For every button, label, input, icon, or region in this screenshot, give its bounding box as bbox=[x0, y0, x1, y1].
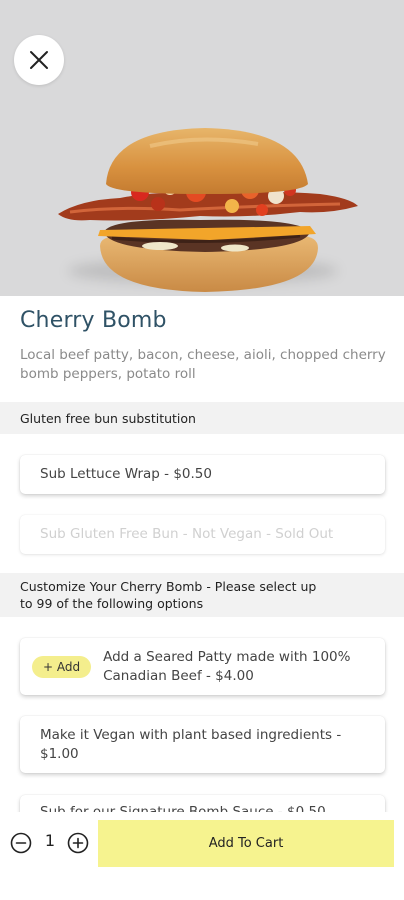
option-sub-lettuce-wrap[interactable]: Sub Lettuce Wrap - $0.50 bbox=[20, 455, 385, 494]
product-description: Local beef patty, bacon, cheese, aioli, … bbox=[20, 347, 386, 382]
decrease-quantity-button[interactable] bbox=[10, 832, 32, 854]
close-icon bbox=[30, 51, 48, 69]
increase-quantity-button[interactable] bbox=[67, 832, 89, 854]
burger-illustration bbox=[58, 128, 358, 292]
section-header-customize: Customize Your Cherry Bomb - Please sele… bbox=[0, 573, 404, 617]
plus-circle-icon bbox=[67, 832, 89, 854]
section-header-text: Customize Your Cherry Bomb - Please sele… bbox=[20, 579, 317, 611]
minus-circle-icon bbox=[10, 832, 32, 854]
product-title: Cherry Bomb bbox=[20, 308, 167, 333]
option-make-it-vegan[interactable]: Make it Vegan with plant based ingredien… bbox=[20, 716, 385, 773]
option-sub-gluten-free-bun: Sub Gluten Free Bun - Not Vegan - Sold O… bbox=[20, 515, 385, 554]
section-header-gluten-free: Gluten free bun substitution bbox=[0, 402, 404, 434]
bottom-bar: 1 Add To Cart bbox=[0, 812, 404, 874]
option-label: Sub Lettuce Wrap - $0.50 bbox=[40, 466, 212, 482]
option-label: Sub Gluten Free Bun - Not Vegan - Sold O… bbox=[40, 526, 334, 542]
option-add-seared-patty[interactable]: + Add Add a Seared Patty made with 100% … bbox=[20, 638, 385, 695]
add-badge[interactable]: + Add bbox=[32, 655, 92, 678]
add-to-cart-button[interactable]: Add To Cart bbox=[98, 820, 394, 867]
quantity-value: 1 bbox=[44, 831, 56, 850]
product-image bbox=[0, 0, 404, 296]
option-label: Add a Seared Patty made with 100% Canadi… bbox=[103, 648, 351, 684]
option-label: Make it Vegan with plant based ingredien… bbox=[40, 726, 342, 762]
close-button[interactable] bbox=[14, 35, 64, 85]
